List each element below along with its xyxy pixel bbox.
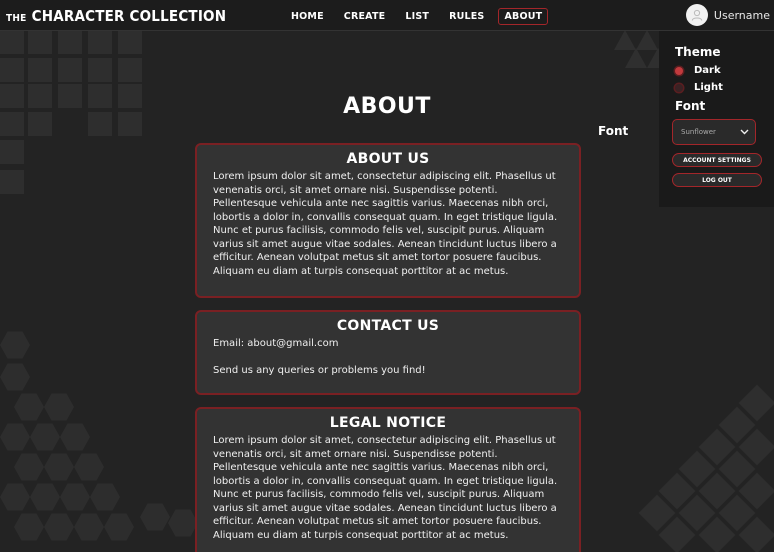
font-select[interactable]: Sunflower bbox=[672, 119, 756, 145]
main-nav: HOME CREATE LIST RULES ABOUT bbox=[285, 8, 556, 25]
logout-button[interactable]: LOG OUT bbox=[672, 173, 762, 187]
chevron-down-icon bbox=[740, 127, 749, 138]
nav-home[interactable]: HOME bbox=[285, 8, 330, 25]
legal-notice-text: Lorem ipsum dolor sit amet, consectetur … bbox=[213, 435, 558, 541]
username-label[interactable]: Username bbox=[714, 9, 770, 22]
contact-us-card: CONTACT US Email: about@gmail.com Send u… bbox=[195, 310, 581, 395]
nav-rules[interactable]: RULES bbox=[443, 8, 490, 25]
nav-list[interactable]: LIST bbox=[399, 8, 435, 25]
nav-create[interactable]: CREATE bbox=[338, 8, 392, 25]
logo-title: CHARACTER COLLECTION bbox=[31, 7, 227, 25]
theme-option-label: Light bbox=[694, 82, 723, 93]
settings-panel: Theme Dark Light Font Sunflower ACCOUNT … bbox=[659, 31, 774, 207]
user-menu[interactable]: Username bbox=[685, 4, 770, 26]
theme-option-dark[interactable]: Dark bbox=[675, 65, 760, 76]
background-diamonds-decoration bbox=[604, 380, 774, 552]
legal-notice-heading: LEGAL NOTICE bbox=[329, 415, 447, 431]
radio-selected-icon[interactable] bbox=[675, 66, 683, 75]
contact-us-heading: CONTACT US bbox=[336, 318, 440, 334]
page-title: ABOUT bbox=[343, 94, 431, 119]
about-us-card: ABOUT US Lorem ipsum dolor sit amet, con… bbox=[195, 143, 581, 298]
site-logo[interactable]: THE CHARACTER COLLECTION bbox=[6, 6, 226, 25]
about-us-text: Lorem ipsum dolor sit amet, consectetur … bbox=[213, 171, 558, 277]
theme-option-label: Dark bbox=[694, 65, 721, 76]
theme-option-light[interactable]: Light bbox=[675, 82, 760, 93]
font-label: Font bbox=[598, 124, 629, 138]
legal-notice-card: LEGAL NOTICE Lorem ipsum dolor sit amet,… bbox=[195, 407, 581, 552]
theme-heading: Theme bbox=[675, 45, 721, 59]
about-us-heading: ABOUT US bbox=[346, 151, 430, 167]
user-avatar-icon[interactable] bbox=[685, 4, 708, 26]
contact-email: Email: about@gmail.com bbox=[213, 338, 339, 349]
top-navigation-bar: THE CHARACTER COLLECTION HOME CREATE LIS… bbox=[0, 0, 774, 31]
background-hexagons-decoration bbox=[0, 330, 200, 552]
nav-about[interactable]: ABOUT bbox=[498, 8, 549, 25]
radio-unselected-icon[interactable] bbox=[675, 83, 683, 92]
account-settings-button[interactable]: ACCOUNT SETTINGS bbox=[672, 153, 762, 167]
font-select-value: Sunflower bbox=[681, 128, 716, 136]
logo-prefix: THE bbox=[6, 13, 27, 24]
contact-note: Send us any queries or problems you find… bbox=[213, 365, 426, 376]
